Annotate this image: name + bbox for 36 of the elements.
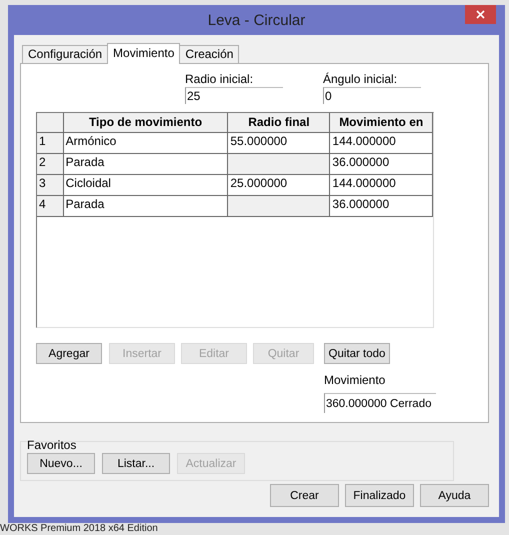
- group-title: Favoritos: [27, 438, 78, 453]
- table-cell[interactable]: Parada: [63, 196, 228, 216]
- table-cell[interactable]: 36.000000: [330, 154, 432, 174]
- action-button[interactable]: Nuevo...: [27, 453, 95, 474]
- window-title: Leva - Circular: [208, 12, 306, 28]
- tab[interactable]: Movimiento: [107, 43, 180, 64]
- status-bar-text: WORKS Premium 2018 x64 Edition: [0, 523, 158, 535]
- row-number: 1: [37, 132, 64, 154]
- column-header: Radio final: [228, 113, 330, 132]
- action-button[interactable]: Ayuda: [420, 484, 489, 507]
- action-button[interactable]: Crear: [270, 484, 339, 507]
- row-number: 4: [37, 196, 64, 216]
- field-label: Ángulo inicial:: [323, 72, 398, 87]
- column-header: Tipo de movimiento: [63, 113, 228, 132]
- input-field[interactable]: 360.000000 Cerrado: [324, 393, 436, 413]
- table-cell[interactable]: Cicloidal: [63, 174, 228, 196]
- close-icon: [476, 10, 485, 19]
- action-button[interactable]: Listar...: [102, 453, 170, 474]
- table-cell[interactable]: Armónico: [63, 132, 228, 154]
- field-label: Radio inicial:: [185, 72, 254, 87]
- column-header: Movimiento en: [330, 113, 432, 132]
- row-number: 2: [37, 154, 64, 174]
- close-button[interactable]: [465, 5, 496, 24]
- field-label: Movimiento: [324, 373, 386, 388]
- table-cell[interactable]: Parada: [63, 154, 228, 174]
- action-button[interactable]: Finalizado: [345, 484, 414, 507]
- input-field[interactable]: 0: [323, 87, 421, 104]
- table-cell[interactable]: 36.000000: [330, 196, 432, 216]
- action-button[interactable]: Agregar: [36, 343, 102, 364]
- table-cell[interactable]: 144.000000: [330, 174, 432, 196]
- row-number: 3: [37, 174, 64, 196]
- input-field[interactable]: 25: [185, 87, 283, 104]
- tab[interactable]: Creación: [179, 45, 240, 63]
- action-button[interactable]: Quitar todo: [324, 343, 390, 364]
- table-cell[interactable]: 144.000000: [330, 132, 432, 154]
- tab[interactable]: Configuración: [22, 45, 108, 63]
